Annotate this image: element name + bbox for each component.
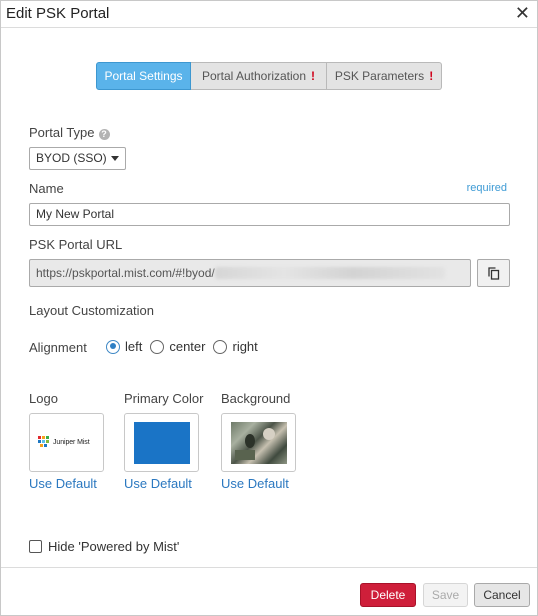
logo-wordmark: Juniper Mist [53,438,90,446]
alignment-label: Alignment [29,340,87,355]
radio-label: left [125,339,143,354]
background-image [231,422,287,464]
tab-label: PSK Parameters [334,69,425,83]
logo-label: Logo [29,391,58,406]
close-icon[interactable]: ✕ [515,3,530,23]
logo-preview[interactable]: Juniper Mist [29,413,104,472]
alignment-right-radio[interactable]: right [213,339,258,354]
tab-portal-authorization[interactable]: Portal Authorization! [191,62,327,90]
alignment-left-radio[interactable]: left [106,339,142,354]
layout-customization-heading: Layout Customization [29,303,155,318]
primary-color-swatch [134,422,190,464]
background-label: Background [221,391,291,406]
tab-label: Portal Settings [104,69,183,83]
psk-portal-url-value: https://pskportal.mist.com/#!byod/ [36,266,215,280]
tab-bar: Portal Settings Portal Authorization! PS… [96,62,442,90]
name-input-value: My New Portal [36,207,115,221]
cancel-button[interactable]: Cancel [474,583,530,607]
portal-type-label: Portal Type? [29,125,110,140]
juniper-mist-logo: Juniper Mist [38,436,90,448]
alignment-center-radio[interactable]: center [150,339,205,354]
delete-button[interactable]: Delete [360,583,416,607]
required-indicator: required [466,182,507,194]
warning-icon: ! [429,69,434,83]
radio-label: right [232,339,258,354]
radio-indicator [150,339,165,354]
warning-icon: ! [311,69,316,83]
copy-icon [488,267,500,280]
alignment-radio-group: left center right [106,339,266,354]
save-button[interactable]: Save [423,583,468,607]
primary-color-label: Primary Color [124,391,204,406]
radio-indicator [213,339,228,354]
radio-indicator [106,339,120,354]
dialog-titlebar: Edit PSK Portal ✕ [1,1,537,28]
dialog-title: Edit PSK Portal [6,5,110,22]
name-input[interactable]: My New Portal [29,203,510,226]
portal-type-label-text: Portal Type [29,125,95,140]
primary-color-preview[interactable] [124,413,199,472]
tab-portal-settings[interactable]: Portal Settings [96,62,191,90]
psk-portal-url-field[interactable]: https://pskportal.mist.com/#!byod/ [29,259,471,287]
copy-url-button[interactable] [477,259,510,287]
background-preview[interactable] [221,413,296,472]
dialog-footer: Delete Save Cancel [1,567,537,616]
psk-portal-url-label: PSK Portal URL [29,237,123,252]
redacted-token [214,267,445,279]
juniper-mark-icon [38,436,51,448]
radio-label: center [169,339,206,354]
checkbox-box [29,540,42,553]
help-icon[interactable]: ? [98,129,110,140]
background-use-default-link[interactable]: Use Default [221,476,289,491]
name-label: Name [29,181,64,196]
checkbox-label: Hide 'Powered by Mist' [48,539,180,554]
tab-label: Portal Authorization [201,69,307,83]
hide-powered-by-mist-checkbox[interactable]: Hide 'Powered by Mist' [29,539,179,554]
chevron-down-icon [111,156,119,161]
portal-type-select[interactable]: BYOD (SSO) [29,147,126,170]
tab-psk-parameters[interactable]: PSK Parameters! [327,62,442,90]
edit-psk-portal-dialog: Edit PSK Portal ✕ Portal Settings Portal… [0,0,538,616]
portal-type-value: BYOD (SSO) [36,151,107,165]
primary-color-use-default-link[interactable]: Use Default [124,476,192,491]
logo-use-default-link[interactable]: Use Default [29,476,97,491]
